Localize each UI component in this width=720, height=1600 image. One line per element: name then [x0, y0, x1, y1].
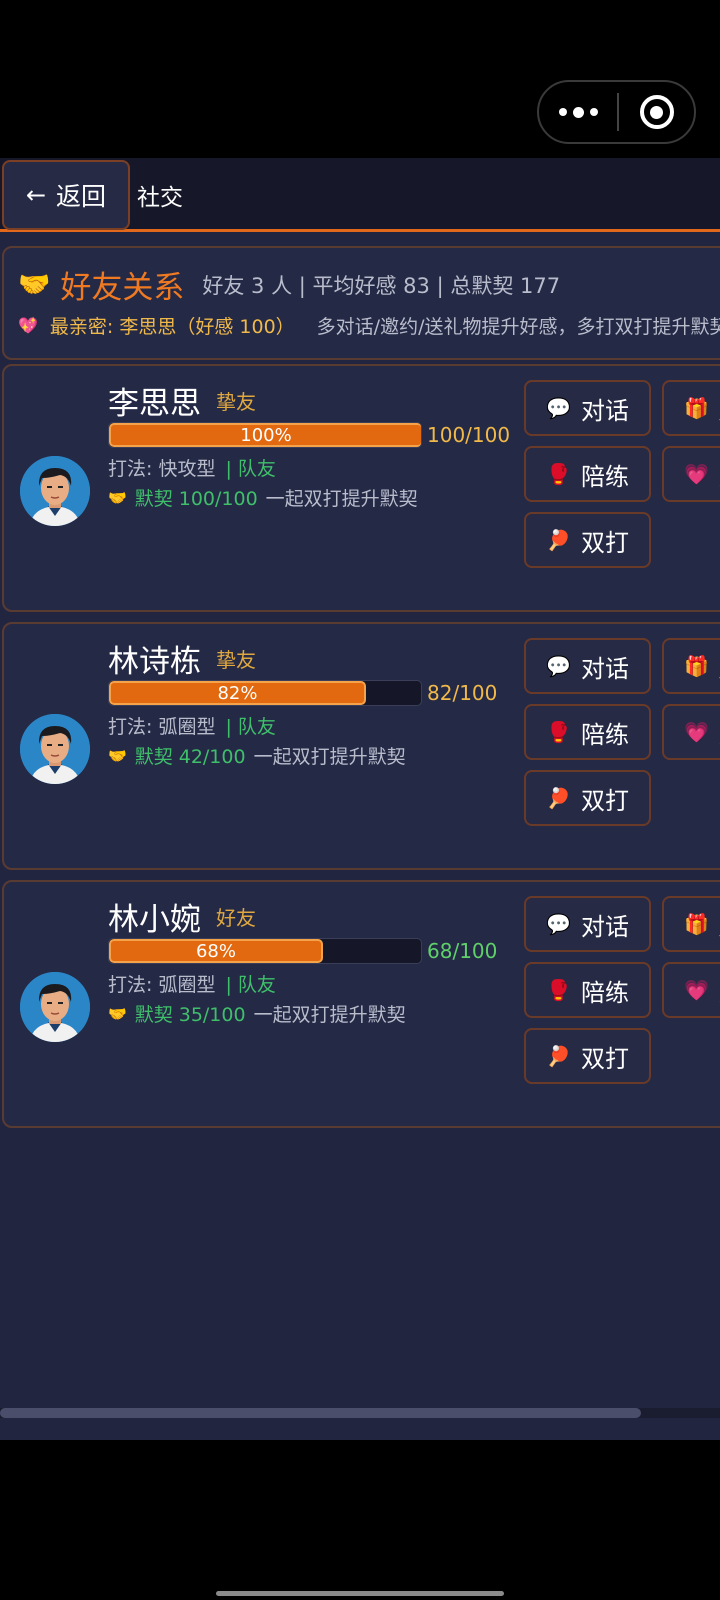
bond-info: 🤝 默契 35/100 一起双打提升默契 — [108, 1000, 406, 1027]
target-circle-icon[interactable] — [619, 82, 694, 142]
affinity-score: 100/100 — [427, 423, 511, 447]
avatar[interactable] — [20, 714, 90, 784]
ping-pong-icon: 🏓 — [546, 528, 571, 552]
relation-badge: 挚友 — [216, 648, 256, 672]
talk-button[interactable]: 💬 对话 — [524, 896, 651, 952]
affinity-percent: 100% — [240, 424, 292, 446]
gift-button[interactable]: 🎁送 — [662, 896, 720, 952]
friend-name: 林诗栋 — [108, 644, 201, 680]
summary-title: 好友关系 — [60, 270, 185, 306]
doubles-button[interactable]: 🏓 双打 — [524, 770, 651, 826]
friend-name: 李思思 — [108, 386, 201, 422]
affinity-percent: 68% — [195, 940, 236, 962]
bond-value: 默契 42/100 — [134, 746, 246, 768]
speech-bubble-icon: 💬 — [546, 654, 571, 678]
boxing-glove-icon: 🥊 — [546, 462, 571, 486]
play-style: 打法: 快攻型 | 队友 — [108, 458, 276, 480]
bond-hint: 一起双打提升默契 — [253, 1004, 406, 1026]
bond-hint: 一起双打提升默契 — [253, 746, 406, 768]
relation-badge: 好友 — [216, 906, 256, 930]
invite-button[interactable]: 💗邀 — [662, 962, 720, 1018]
handshake-icon: 🤝 — [18, 269, 51, 300]
talk-button[interactable]: 💬 对话 — [524, 638, 651, 694]
bond-value: 默契 35/100 — [134, 1004, 246, 1026]
spar-button[interactable]: 🥊 陪练 — [524, 446, 651, 502]
friend-name: 林小婉 — [108, 902, 201, 938]
gift-button[interactable]: 🎁送 — [662, 380, 720, 436]
avatar[interactable] — [20, 456, 90, 526]
handshake-icon: 🤝 — [108, 1004, 127, 1023]
affinity-bar: 82% — [108, 680, 422, 706]
heart-icon: 💗 — [684, 462, 709, 486]
invite-button[interactable]: 💗邀 — [662, 446, 720, 502]
ping-pong-icon: 🏓 — [546, 1044, 571, 1068]
back-button[interactable]: ← 返回 — [2, 160, 130, 230]
teammate-tag: | 队友 — [225, 974, 276, 996]
handshake-icon: 🤝 — [108, 746, 127, 765]
back-arrow-icon: ← — [25, 181, 47, 209]
summary-tip: 多对话/邀约/送礼物提升好感，多打双打提升默契 — [316, 316, 720, 338]
spar-button[interactable]: 🥊 陪练 — [524, 704, 651, 760]
horizontal-scrollbar-thumb[interactable] — [0, 1408, 641, 1418]
play-style: 打法: 弧圈型 | 队友 — [108, 716, 276, 738]
handshake-icon: 🤝 — [108, 488, 127, 507]
doubles-button[interactable]: 🏓 双打 — [524, 1028, 651, 1084]
affinity-percent: 82% — [217, 682, 258, 704]
home-indicator — [216, 1591, 504, 1596]
heart-icon: 💗 — [684, 720, 709, 744]
page-title: 社交 — [137, 185, 183, 211]
affinity-score: 68/100 — [427, 939, 498, 963]
bond-info: 🤝 默契 100/100 一起双打提升默契 — [108, 484, 418, 511]
friend-card: 林诗栋 挚友 82% 82/100 打法: 弧圈型 | 队友 🤝 默契 42/10… — [2, 622, 720, 870]
talk-button[interactable]: 💬 对话 — [524, 380, 651, 436]
bond-hint: 一起双打提升默契 — [265, 488, 418, 510]
gift-icon: 🎁 — [684, 396, 709, 420]
boxing-glove-icon: 🥊 — [546, 720, 571, 744]
summary-stats: 好友 3 人 | 平均好感 83 | 总默契 177 — [202, 273, 561, 298]
gift-icon: 🎁 — [684, 912, 709, 936]
play-style: 打法: 弧圈型 | 队友 — [108, 974, 276, 996]
speech-bubble-icon: 💬 — [546, 912, 571, 936]
relation-badge: 挚友 — [216, 390, 256, 414]
doubles-button[interactable]: 🏓 双打 — [524, 512, 651, 568]
spar-button[interactable]: 🥊 陪练 — [524, 962, 651, 1018]
sparkle-heart-icon: 💖 — [18, 316, 38, 335]
gift-icon: 🎁 — [684, 654, 709, 678]
affinity-bar: 68% — [108, 938, 422, 964]
friend-card: 李思思 挚友 100% 100/100 打法: 快攻型 | 队友 🤝 默契 100… — [2, 364, 720, 612]
affinity-score: 82/100 — [427, 681, 498, 705]
top-bar: ← 返回 社交 — [0, 158, 720, 232]
friend-card: 林小婉 好友 68% 68/100 打法: 弧圈型 | 队友 🤝 默契 35/10… — [2, 880, 720, 1128]
bond-value: 默契 100/100 — [134, 488, 258, 510]
more-dots-icon[interactable] — [539, 82, 617, 142]
invite-button[interactable]: 💗邀 — [662, 704, 720, 760]
friends-summary-panel: 🤝 好友关系 好友 3 人 | 平均好感 83 | 总默契 177 💖 最亲密:… — [2, 246, 720, 360]
teammate-tag: | 队友 — [225, 458, 276, 480]
teammate-tag: | 队友 — [225, 716, 276, 738]
bond-info: 🤝 默契 42/100 一起双打提升默契 — [108, 742, 406, 769]
speech-bubble-icon: 💬 — [546, 396, 571, 420]
back-label: 返回 — [56, 182, 107, 211]
boxing-glove-icon: 🥊 — [546, 978, 571, 1002]
closest-friend: 最亲密: 李思思（好感 100） — [49, 316, 295, 338]
social-page: ← 返回 社交 🤝 好友关系 好友 3 人 | 平均好感 83 | 总默契 17… — [0, 158, 720, 1440]
ping-pong-icon: 🏓 — [546, 786, 571, 810]
affinity-bar: 100% — [108, 422, 422, 448]
miniprogram-capsule — [537, 80, 696, 144]
gift-button[interactable]: 🎁送 — [662, 638, 720, 694]
avatar[interactable] — [20, 972, 90, 1042]
heart-icon: 💗 — [684, 978, 709, 1002]
